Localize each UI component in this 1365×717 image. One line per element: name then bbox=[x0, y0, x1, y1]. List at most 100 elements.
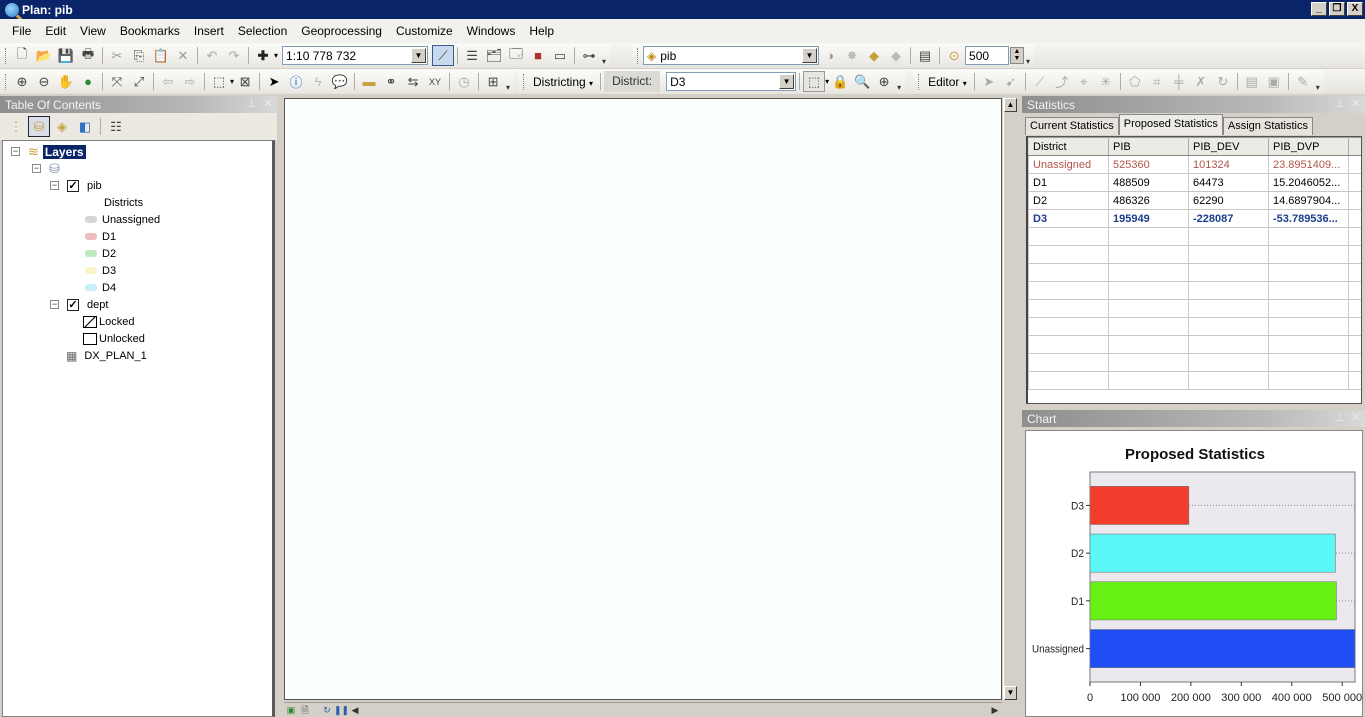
toolbar-options-icon[interactable]: ▾ bbox=[504, 72, 512, 92]
map-scale-combo[interactable]: 1:10 778 732 ▼ bbox=[282, 46, 429, 65]
paste-icon[interactable]: 📋 bbox=[150, 45, 172, 66]
cell-pib-dvp[interactable]: 14.6897904... bbox=[1268, 191, 1349, 210]
tolerance-icon[interactable]: ⊙ bbox=[943, 45, 965, 66]
tolerance-spinner[interactable]: ▲ ▼ bbox=[1010, 47, 1025, 64]
legend-item[interactable]: D4 bbox=[85, 279, 116, 296]
chevron-down-icon[interactable]: ▼ bbox=[802, 48, 818, 63]
toolbar-options-icon[interactable]: ▾ bbox=[895, 72, 903, 92]
table-row[interactable]: D3 195949 -228087 -53.789536... bbox=[1028, 209, 1361, 228]
legend-item[interactable]: D3 bbox=[85, 262, 116, 279]
lock-icon[interactable]: 🔒 bbox=[829, 71, 851, 92]
toolbar-grip[interactable] bbox=[5, 47, 8, 64]
calculator-icon[interactable]: ▤ bbox=[914, 45, 936, 66]
map-horizontal-scrollbar[interactable] bbox=[362, 703, 988, 717]
legend-item[interactable]: D1 bbox=[85, 228, 116, 245]
collapse-icon[interactable]: − bbox=[11, 147, 20, 156]
new-document-icon[interactable]: 🗋 bbox=[11, 45, 33, 66]
reshape-icon[interactable]: ⌗ bbox=[1146, 71, 1168, 92]
burst-icon[interactable]: ✸ bbox=[841, 45, 863, 66]
zoom-out-icon[interactable]: ⊖ bbox=[33, 71, 55, 92]
table-row[interactable]: D1 488509 64473 15.2046052... bbox=[1028, 173, 1361, 192]
menu-file[interactable]: File bbox=[5, 24, 38, 38]
cell-pib-dev[interactable]: 101324 bbox=[1188, 155, 1269, 174]
diamond-icon[interactable]: ◆ bbox=[885, 45, 907, 66]
search-window-icon[interactable]: 🗔 bbox=[505, 45, 527, 66]
district-combo[interactable]: D3 ▼ bbox=[666, 72, 797, 91]
point-icon[interactable]: ✳ bbox=[1095, 71, 1117, 92]
pin-icon[interactable]: ⊥ bbox=[1334, 96, 1344, 110]
column-header-pib-dev[interactable]: PIB_DEV bbox=[1188, 137, 1269, 156]
menu-help[interactable]: Help bbox=[522, 24, 561, 38]
forward-arrow-icon[interactable]: ⇨ bbox=[179, 71, 201, 92]
clear-selection-icon[interactable]: ⊠ bbox=[234, 71, 256, 92]
pause-drawing-icon[interactable]: ❚❚ bbox=[334, 704, 349, 717]
tree-row-table[interactable]: ▦ DX_PLAN_1 bbox=[66, 347, 147, 364]
cell-pib[interactable]: 486326 bbox=[1108, 191, 1189, 210]
table-row[interactable]: Unassigned 525360 101324 23.8951409... bbox=[1028, 155, 1361, 174]
tree-row-layer-dept[interactable]: − ✓ dept bbox=[50, 296, 108, 313]
zoom-in-icon[interactable]: ⊕ bbox=[11, 71, 33, 92]
districting-menu[interactable]: Districting ▾ bbox=[529, 75, 597, 89]
list-by-visibility-icon[interactable]: ◈ bbox=[51, 116, 73, 137]
toolbar-grip[interactable] bbox=[523, 73, 526, 90]
column-header-pib[interactable]: PIB bbox=[1108, 137, 1189, 156]
layer-name[interactable]: pib bbox=[87, 180, 102, 192]
menu-geoprocessing[interactable]: Geoprocessing bbox=[294, 24, 389, 38]
table-of-contents-icon[interactable]: ☰ bbox=[461, 45, 483, 66]
tree-row-database[interactable]: − ⛁ bbox=[32, 160, 60, 177]
menu-bookmarks[interactable]: Bookmarks bbox=[113, 24, 187, 38]
cell-pib-dvp[interactable]: -53.789536... bbox=[1268, 209, 1349, 228]
plan-layer-combo[interactable]: ◈ pib ▼ bbox=[643, 46, 820, 65]
tolerance-input[interactable]: 500 bbox=[965, 46, 1010, 65]
create-viewer-window-icon[interactable]: ⊞ bbox=[482, 71, 504, 92]
options-icon[interactable]: ☷ bbox=[105, 116, 127, 137]
zoom-to-selected-icon[interactable]: ⊕ bbox=[873, 71, 895, 92]
redo-icon[interactable]: ↷ bbox=[223, 45, 245, 66]
tab-proposed-statistics[interactable]: Proposed Statistics bbox=[1118, 114, 1223, 135]
fixed-zoom-out-icon[interactable]: ⤢ bbox=[128, 71, 150, 92]
sketch-properties-icon[interactable]: ▣ bbox=[1263, 71, 1285, 92]
toolbar-options-icon[interactable]: ▾ bbox=[1314, 72, 1322, 92]
print-icon[interactable]: 🖶 bbox=[77, 45, 99, 66]
collapse-icon[interactable]: − bbox=[50, 181, 59, 190]
split-icon[interactable]: ╪ bbox=[1168, 71, 1190, 92]
tree-row-layers[interactable]: − ≋ Layers bbox=[11, 143, 86, 160]
legend-item[interactable]: Unlocked bbox=[83, 330, 145, 347]
layer-visibility-checkbox[interactable]: ✓ bbox=[67, 179, 79, 192]
table-name[interactable]: DX_PLAN_1 bbox=[84, 350, 146, 362]
edit-tool-icon[interactable]: ➤ bbox=[978, 71, 1000, 92]
full-extent-globe-icon[interactable]: ● bbox=[77, 71, 99, 92]
column-header-district[interactable]: District bbox=[1028, 137, 1109, 156]
edit-annotation-icon[interactable]: ➹ bbox=[1000, 71, 1022, 92]
toolbar-grip[interactable] bbox=[5, 73, 8, 90]
chevron-down-icon[interactable]: ▼ bbox=[779, 74, 795, 89]
pan-hand-icon[interactable]: ✋ bbox=[55, 71, 77, 92]
menu-insert[interactable]: Insert bbox=[187, 24, 231, 38]
create-features-icon[interactable]: ✎ bbox=[1292, 71, 1314, 92]
cell-district[interactable]: Unassigned bbox=[1028, 155, 1109, 174]
minimize-button[interactable]: _ bbox=[1311, 2, 1327, 16]
edit-vertices-icon[interactable]: ⬠ bbox=[1124, 71, 1146, 92]
html-popup-icon[interactable]: 💬 bbox=[329, 71, 351, 92]
cell-pib-dev[interactable]: 64473 bbox=[1188, 173, 1269, 192]
back-arrow-icon[interactable]: ⇦ bbox=[157, 71, 179, 92]
restore-button[interactable]: ❐ bbox=[1329, 2, 1345, 16]
tab-assign-statistics[interactable]: Assign Statistics bbox=[1222, 117, 1313, 135]
time-slider-icon[interactable]: ◷ bbox=[453, 71, 475, 92]
legend-item[interactable]: D2 bbox=[85, 245, 116, 262]
layer-visibility-checkbox[interactable]: ✓ bbox=[67, 298, 79, 311]
undo-icon[interactable]: ↶ bbox=[201, 45, 223, 66]
column-header-pib-dvp[interactable]: PIB_DVP bbox=[1268, 137, 1349, 156]
menu-windows[interactable]: Windows bbox=[460, 24, 523, 38]
layout-view-icon[interactable]: 🗎 bbox=[298, 704, 312, 717]
curve-segment-icon[interactable]: ⤴ bbox=[1051, 71, 1073, 92]
toolbar-grip[interactable] bbox=[918, 73, 921, 90]
close-icon[interactable]: ✕ bbox=[263, 96, 273, 110]
collapse-icon[interactable]: − bbox=[32, 164, 41, 173]
scroll-down-icon[interactable]: ▼ bbox=[1004, 686, 1017, 700]
toolbar-options-icon[interactable]: ▾ bbox=[1024, 46, 1032, 66]
table-row[interactable]: D2 486326 62290 14.6897904... bbox=[1028, 191, 1361, 210]
add-data-icon[interactable]: ✚ bbox=[252, 45, 274, 66]
close-icon[interactable]: ✕ bbox=[1351, 410, 1361, 424]
zoom-to-district-icon[interactable]: 🔍 bbox=[851, 71, 873, 92]
